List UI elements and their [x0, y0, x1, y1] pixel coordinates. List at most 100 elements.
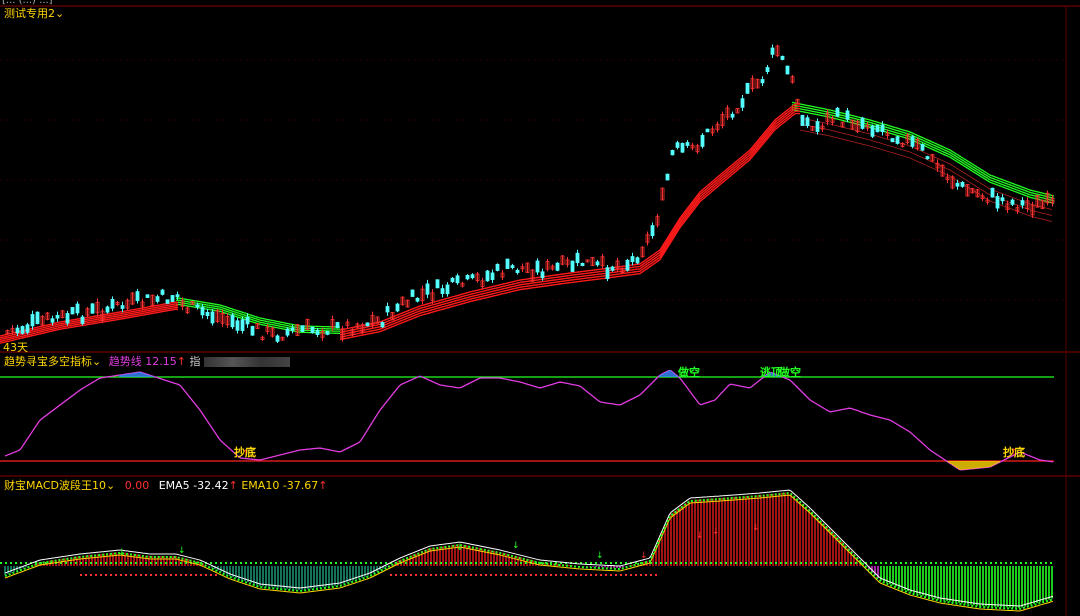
signal-arrow-icon: ↓ [752, 523, 760, 533]
candle-body [35, 311, 40, 325]
panel3-indicator-selector[interactable]: 财宝MACD波段王10⌄ [4, 479, 115, 492]
candle-body [860, 117, 865, 129]
candle-body [175, 294, 180, 298]
candle-body [455, 275, 460, 284]
days-label: 43天 [3, 341, 28, 354]
chevron-down-icon: ⌄ [92, 355, 102, 368]
candle-body [395, 303, 400, 312]
candle-body [465, 275, 470, 280]
stock-info-line: [... (...) ...] [2, 0, 53, 6]
candle-body [880, 124, 885, 133]
candle-body [845, 110, 850, 120]
candle-body [510, 265, 515, 269]
candle-body [955, 182, 960, 187]
candle-body [145, 294, 150, 298]
candle-body [25, 324, 30, 333]
candle-body [470, 274, 475, 279]
candle-body [990, 187, 995, 198]
candle-body [110, 298, 115, 309]
candle-body [680, 142, 685, 153]
candle-body [120, 305, 125, 309]
candle-body [635, 257, 640, 264]
candle-body [700, 134, 705, 147]
up-arrow-icon: ↑ [228, 479, 238, 492]
candle-body [290, 327, 295, 331]
candle-body [495, 263, 500, 271]
candle-body [160, 289, 165, 295]
candle-body [30, 314, 35, 327]
candle-body [425, 283, 430, 295]
candle-body [435, 279, 440, 289]
candle-body [765, 67, 770, 72]
candle-body [335, 322, 340, 329]
candle-body [105, 306, 110, 313]
candle-body [450, 277, 455, 282]
candle-body [685, 142, 690, 146]
panel2-title: 趋势寻宝多空指标 [4, 355, 92, 368]
candle-body [315, 329, 320, 336]
signal-arrow-icon: ↓ [640, 551, 648, 561]
signal-arrow-icon: ↓ [178, 546, 186, 556]
candle-body [925, 156, 930, 160]
candle-body [380, 322, 385, 328]
candle-body [705, 128, 710, 133]
candle-body [540, 271, 545, 279]
candle-body [245, 316, 250, 325]
signal-arrow-icon: ↓ [456, 543, 464, 553]
candle-body [65, 313, 70, 324]
short-signal-label: 做空 [779, 366, 801, 379]
ema5-value: -32.42 [193, 479, 229, 492]
candle-body [625, 259, 630, 271]
panel3-title: 财宝MACD波段王10 [4, 479, 106, 492]
candle-body [575, 252, 580, 264]
candle-body [365, 322, 370, 327]
candle-body [485, 270, 490, 282]
signal-arrow-icon: ↓ [118, 548, 126, 558]
candle-body [135, 291, 140, 302]
trend-line [4, 369, 1054, 471]
candle-body [745, 82, 750, 94]
candle-body [445, 284, 450, 295]
candle-body [780, 55, 785, 60]
chart-canvas[interactable]: ↑ ↑ ↓ ↓ ↓ ↓ ↓ ↓ ↓ ↓ ↓ [0, 0, 1080, 616]
signal-dotted-line [4, 492, 1053, 611]
candle-body [300, 325, 305, 332]
candle-body [610, 266, 615, 271]
candle-body [1020, 200, 1025, 206]
panel2-header: 趋势寻宝多空指标⌄ 趋势线 12.15↑ 指 [4, 355, 290, 368]
candle-body [535, 260, 540, 273]
candle-body [650, 225, 655, 237]
candle-body [410, 289, 415, 297]
candle-body [235, 320, 240, 331]
candle-body [240, 319, 245, 331]
candle-body [275, 335, 280, 342]
candle-body [325, 331, 330, 335]
candle-body [490, 272, 495, 280]
candle-body [895, 136, 900, 144]
candle-body [385, 306, 390, 313]
ema5-label: EMA5 [158, 479, 190, 492]
candle-body [210, 311, 215, 324]
candle-body [75, 303, 80, 314]
signal-arrow-icon: ↓ [696, 531, 704, 541]
candle-body [195, 304, 200, 308]
candle-body [310, 326, 315, 334]
candle-body [890, 138, 895, 143]
candle-body [505, 258, 510, 270]
panel2-indicator-selector[interactable]: 趋势寻宝多空指标⌄ [4, 355, 101, 368]
candle-body [785, 65, 790, 75]
candle-body [875, 124, 880, 133]
chevron-down-icon: ⌄ [55, 7, 65, 20]
candle-body [870, 125, 875, 137]
candle-body [595, 261, 600, 266]
candle-body [580, 262, 585, 266]
candle-body [665, 173, 670, 181]
main-indicator-selector[interactable]: 测试专用2⌄ [4, 7, 64, 20]
candle-body [815, 121, 820, 132]
candle-body [770, 47, 775, 55]
candle-body [675, 142, 680, 148]
ema5-line [4, 489, 1054, 607]
ma-red-line [339, 103, 800, 331]
candle-body [200, 307, 205, 316]
candle-body [760, 79, 765, 84]
